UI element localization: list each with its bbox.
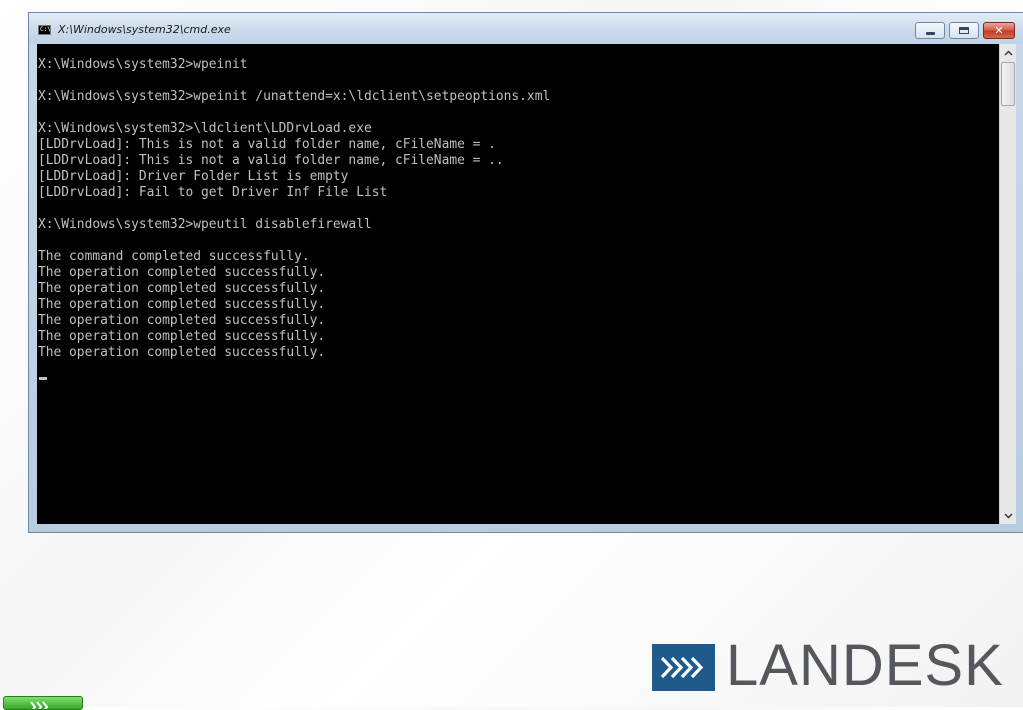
scroll-down-button[interactable] xyxy=(1000,507,1016,524)
window-title: X:\Windows\system32\cmd.exe xyxy=(58,23,231,36)
maximize-button[interactable] xyxy=(949,22,979,39)
close-icon: ✕ xyxy=(994,24,1004,37)
chevron-down-icon xyxy=(1004,513,1012,518)
console-text: X:\Windows\system32>wpeinit X:\Windows\s… xyxy=(38,57,551,360)
landesk-launch-button[interactable] xyxy=(3,696,83,710)
maximize-icon xyxy=(959,27,969,34)
chevron-arrows-icon xyxy=(30,701,49,709)
landesk-chevron-mark-icon xyxy=(652,644,715,691)
title-bar[interactable]: C:\ X:\Windows\system32\cmd.exe ✕ xyxy=(29,13,1023,44)
vertical-scrollbar[interactable] xyxy=(999,44,1016,524)
console-output-area[interactable]: X:\Windows\system32>wpeinit X:\Windows\s… xyxy=(37,44,999,524)
chevron-up-icon xyxy=(1004,50,1012,55)
scroll-up-button[interactable] xyxy=(1000,44,1016,61)
minimize-button[interactable] xyxy=(915,22,945,39)
text-cursor xyxy=(39,377,47,380)
minimize-icon xyxy=(925,32,935,35)
cmd-window[interactable]: C:\ X:\Windows\system32\cmd.exe ✕ X:\Win… xyxy=(28,12,1023,533)
landesk-logo: LANDESK xyxy=(652,637,1003,695)
scroll-thumb[interactable] xyxy=(1001,62,1015,106)
close-button[interactable]: ✕ xyxy=(983,22,1015,39)
cmd-icon[interactable]: C:\ xyxy=(38,25,51,35)
landesk-wordmark: LANDESK xyxy=(726,633,1004,698)
desktop-background: C:\ X:\Windows\system32\cmd.exe ✕ X:\Win… xyxy=(0,0,1023,710)
